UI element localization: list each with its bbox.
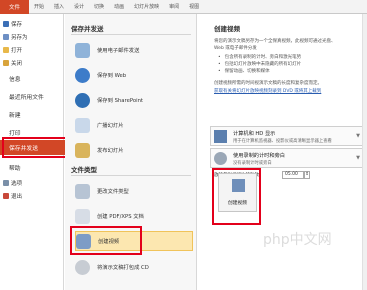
divider [71, 34, 191, 35]
pane-desc-line-2: Web 或电子邮件分发 [214, 46, 257, 51]
option-broadcast[interactable]: 广播幻灯片 [75, 115, 193, 135]
pane-note: 创建视频所需的时间视演示文稿的长度和复杂度而定。 [214, 81, 322, 86]
option-package-cd-label: 将演示文稿打包成 CD [97, 265, 149, 271]
nav-close-label: 关闭 [11, 60, 23, 67]
nav-save-label: 保存 [11, 21, 23, 28]
timings-title: 使用录制的计时和旁白 [233, 153, 285, 159]
option-change-file-type[interactable]: 更改文件类型 [75, 181, 193, 201]
ribbon-tab-bar: 文件 开始 插入 设计 切换 动画 幻灯片放映 审阅 视图 [0, 0, 367, 14]
help-link[interactable]: 获取有关将幻灯片放映视频刻录到 DVD 或将其上载到 [214, 88, 321, 94]
change-file-type-icon [75, 183, 90, 199]
save-as-icon [3, 33, 9, 40]
tab-slideshow[interactable]: 幻灯片放映 [129, 0, 164, 14]
broadcast-icon [75, 117, 90, 133]
quality-title: 计算机和 HD 显示 [233, 131, 276, 137]
spinner-icon[interactable]: ⇕ [304, 171, 310, 179]
option-change-file-type-label: 更改文件类型 [97, 189, 129, 195]
nav-close[interactable]: 关闭 [0, 56, 64, 69]
nav-exit-label: 退出 [11, 193, 23, 200]
nav-save[interactable]: 保存 [0, 17, 64, 30]
sharepoint-icon [75, 92, 90, 108]
scrollbar[interactable] [362, 14, 367, 290]
timings-subtitle: 没有录制计时或旁白 [233, 161, 272, 166]
tab-transitions[interactable]: 切换 [89, 0, 109, 14]
option-publish-slides-label: 发布幻灯片 [97, 148, 124, 154]
exit-icon [3, 192, 9, 199]
tab-home[interactable]: 开始 [29, 0, 49, 14]
option-publish-slides[interactable]: 发布幻灯片 [75, 140, 193, 160]
nav-open[interactable]: 打开 [0, 43, 64, 56]
options-icon [3, 179, 9, 186]
open-folder-icon [3, 46, 9, 53]
pdf-icon [75, 208, 90, 224]
highlight-box-create-button [212, 168, 261, 225]
nav-save-as-label: 另存为 [11, 34, 28, 41]
nav-info[interactable]: 信息 [0, 72, 64, 85]
nav-recent[interactable]: 最近所用文件 [0, 90, 64, 103]
nav-open-label: 打开 [11, 47, 23, 54]
tab-insert[interactable]: 插入 [49, 0, 69, 14]
tab-design[interactable]: 设计 [69, 0, 89, 14]
pane-title: 创建视频 [214, 25, 240, 33]
quality-subtitle: 用于在计算机监视器、投影仪或高清晰显示器上查看 [233, 139, 332, 144]
option-save-web[interactable]: 保存到 Web [75, 65, 193, 85]
globe-icon [75, 67, 90, 83]
option-create-pdf-label: 创建 PDF/XPS 文档 [97, 214, 144, 220]
nav-options-label: 选项 [11, 180, 23, 187]
bullet-item: 包含所有录制的计时、旁白和激光笔势 [218, 54, 302, 60]
nav-new[interactable]: 新建 [0, 108, 64, 121]
nav-help[interactable]: 帮助 [0, 161, 64, 174]
timing-icon [214, 152, 227, 165]
chevron-down-icon: ▼ [356, 155, 360, 161]
save-icon [3, 20, 9, 27]
option-save-sharepoint-label: 保存到 SharePoint [97, 98, 144, 104]
pane-desc-line-1: 将您的演示文稿另存为一个全保真视频，此视频可通过光盘、 [214, 39, 336, 44]
option-broadcast-label: 广播幻灯片 [97, 123, 124, 129]
nav-exit[interactable]: 退出 [0, 189, 64, 202]
nav-save-as[interactable]: 另存为 [0, 30, 64, 43]
publish-slides-icon [75, 142, 90, 158]
tab-animations[interactable]: 动画 [109, 0, 129, 14]
highlight-box-nav [2, 137, 69, 158]
option-save-web-label: 保存到 Web [97, 73, 127, 79]
monitor-icon [214, 130, 227, 143]
section-title-file-types: 文件类型 [71, 166, 97, 174]
tab-review[interactable]: 审阅 [164, 0, 184, 14]
bullet-item: 包括幻灯片放映中未隐藏的所有幻灯片 [218, 61, 302, 67]
create-video-pane: 创建视频 将您的演示文稿另存为一个全保真视频，此视频可通过光盘、 Web 或电子… [197, 14, 367, 290]
option-send-email-label: 使用电子邮件发送 [97, 48, 140, 54]
email-icon [75, 42, 90, 58]
option-create-pdf[interactable]: 创建 PDF/XPS 文档 [75, 206, 193, 226]
cd-icon [75, 259, 90, 275]
seconds-input[interactable]: 05.00 [282, 171, 304, 179]
bullet-item: 保留动画、切换和媒体 [218, 68, 270, 74]
nav-options[interactable]: 选项 [0, 176, 64, 189]
highlight-box-create-video [70, 226, 142, 255]
option-send-email[interactable]: 使用电子邮件发送 [75, 40, 193, 60]
option-package-cd[interactable]: 将演示文稿打包成 CD [75, 257, 193, 277]
timings-dropdown[interactable]: 使用录制的计时和旁白 没有录制计时或旁白 ▼ [210, 148, 364, 168]
option-save-sharepoint[interactable]: 保存到 SharePoint [75, 90, 193, 110]
close-file-icon [3, 59, 9, 66]
section-title-save-send: 保存并发送 [71, 25, 104, 33]
quality-dropdown[interactable]: 计算机和 HD 显示 用于在计算机监视器、投影仪或高清晰显示器上查看 ▼ [210, 126, 364, 146]
watermark: php中文网 [263, 232, 332, 248]
chevron-down-icon: ▼ [356, 133, 360, 139]
tab-view[interactable]: 视图 [184, 0, 204, 14]
tab-file[interactable]: 文件 [0, 0, 29, 14]
divider [71, 175, 191, 176]
